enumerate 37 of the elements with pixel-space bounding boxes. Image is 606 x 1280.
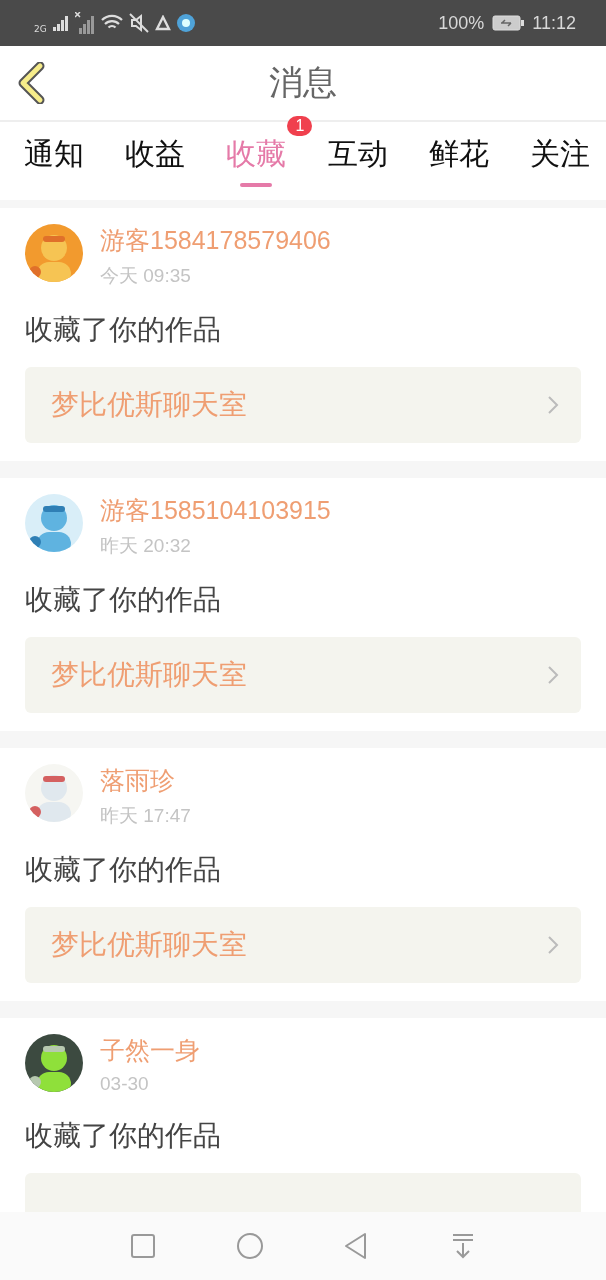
- chevron-icon: [547, 665, 559, 685]
- tab[interactable]: 通知: [24, 122, 84, 192]
- compass-icon: [176, 14, 195, 32]
- battery-percent: 100%: [438, 12, 485, 34]
- tab[interactable]: 收益: [125, 122, 186, 192]
- chevron-icon: [547, 935, 559, 955]
- home-icon[interactable]: [234, 1231, 265, 1261]
- work-link[interactable]: 梦比优斯聊天室: [25, 367, 581, 443]
- battery-icon: [492, 15, 525, 31]
- back-icon[interactable]: [16, 62, 46, 104]
- count-badge: 1: [287, 116, 313, 136]
- message-time: 昨天 20:32: [100, 534, 192, 558]
- tab[interactable]: 互动: [327, 122, 388, 192]
- message-text: 收藏了你的作品: [25, 312, 222, 348]
- work-link[interactable]: 梦比优斯聊天室: [25, 907, 581, 983]
- chevron-icon: [547, 395, 559, 415]
- work-link[interactable]: 梦比优斯聊天室: [25, 637, 581, 713]
- clock: 11:12: [532, 12, 576, 34]
- message-text: 收藏了你的作品: [25, 582, 222, 618]
- message-text: 收藏了你的作品: [25, 852, 222, 888]
- network-type: 2G: [34, 24, 47, 34]
- user-name[interactable]: 落雨珍: [100, 764, 191, 797]
- user-name[interactable]: 游客1584178579406: [100, 224, 331, 257]
- mute-icon: [128, 13, 149, 33]
- user-name[interactable]: 游客1585104103915: [100, 494, 331, 527]
- message-time: 今天 09:35: [100, 264, 192, 288]
- tab[interactable]: 鲜花: [428, 122, 489, 192]
- triangle-icon: [154, 15, 171, 31]
- tab[interactable]: 收藏: [226, 122, 287, 192]
- message-time: 昨天 17:47: [100, 804, 191, 828]
- message-text: 收藏了你的作品: [25, 1118, 222, 1154]
- message-time: 03-30: [100, 1073, 150, 1095]
- page-title: 消息: [269, 61, 337, 104]
- tab[interactable]: 关注: [529, 122, 590, 192]
- signal-icon: [52, 15, 69, 31]
- signal-icon: [74, 12, 95, 34]
- user-name[interactable]: 子然一身: [100, 1034, 200, 1067]
